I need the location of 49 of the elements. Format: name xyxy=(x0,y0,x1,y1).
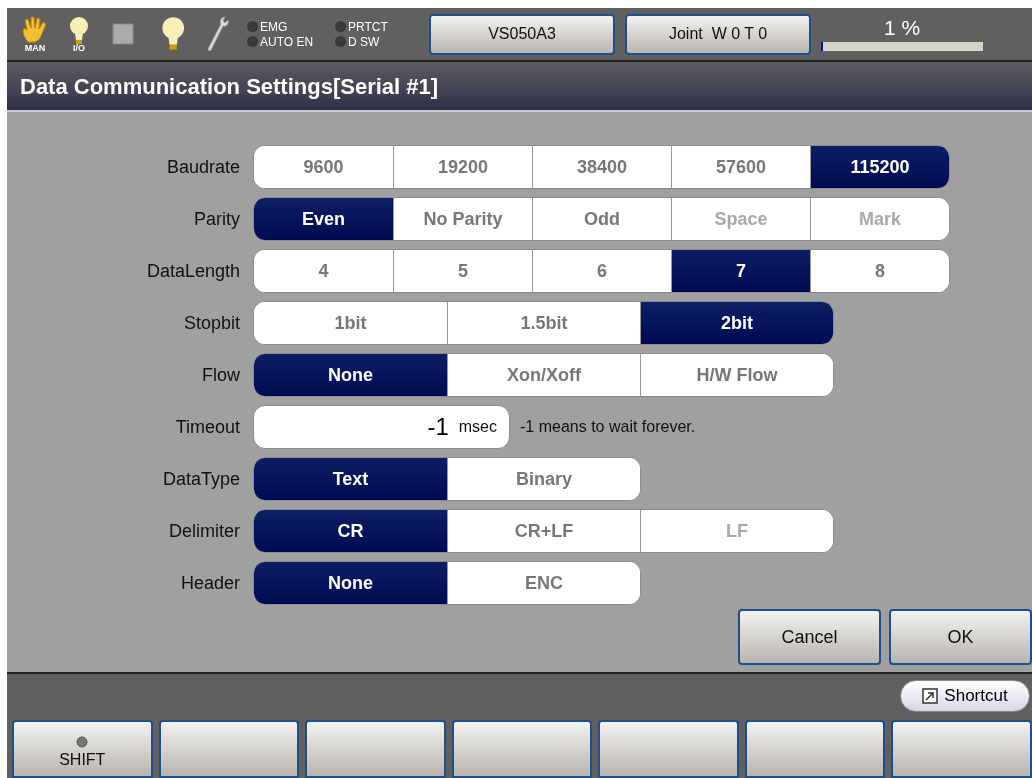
setting-label: Timeout xyxy=(174,415,241,439)
coordinate-mode-button[interactable]: Joint W 0 T 0 xyxy=(625,13,811,55)
lightbulb-icon[interactable] xyxy=(160,16,186,52)
function-key[interactable] xyxy=(744,720,886,778)
option-button[interactable]: None xyxy=(254,354,447,396)
timeout-field[interactable]: -1 msec xyxy=(253,405,510,449)
robot-model-button[interactable]: VS050A3 xyxy=(429,13,615,55)
setting-label: Parity xyxy=(193,207,241,231)
function-key[interactable] xyxy=(451,720,593,778)
io-label: I/O xyxy=(73,43,85,53)
shift-key[interactable]: SHIFT xyxy=(12,720,153,778)
setting-label: Baudrate xyxy=(165,155,241,179)
hint-text: -1 means to wait forever. xyxy=(520,417,696,437)
speed-reading: 1 % xyxy=(883,17,921,38)
cancel-button[interactable]: Cancel xyxy=(738,609,881,665)
shortcut-button[interactable]: Shortcut xyxy=(900,680,1030,712)
wrench-icon[interactable] xyxy=(205,15,229,53)
option-button[interactable]: Binary xyxy=(447,458,640,500)
option-button[interactable]: 2bit xyxy=(640,302,833,344)
function-key[interactable] xyxy=(305,720,446,778)
setting-label: DataLength xyxy=(145,259,241,283)
screen-title: Data Communication Settings[Serial #1] xyxy=(7,62,1032,112)
option-button[interactable]: 7 xyxy=(671,250,810,292)
function-key[interactable] xyxy=(598,720,739,778)
ok-button[interactable]: OK xyxy=(889,609,1032,665)
indicator-label: D SW xyxy=(348,35,380,48)
option-button[interactable]: Even xyxy=(254,198,393,240)
function-key[interactable] xyxy=(891,720,1032,778)
setting-label: DataType xyxy=(161,467,241,491)
indicator-label: AUTO EN xyxy=(260,35,314,48)
function-key[interactable] xyxy=(158,720,300,778)
lightbulb-icon[interactable] xyxy=(68,15,90,44)
option-button[interactable]: H/W Flow xyxy=(640,354,833,396)
option-button[interactable]: 115200 xyxy=(810,146,949,188)
option-button[interactable]: Text xyxy=(254,458,447,500)
unit-label: msec xyxy=(458,417,497,437)
option-button[interactable]: CR xyxy=(254,510,447,552)
setting-label: Delimiter xyxy=(168,519,241,543)
arrow-box-icon xyxy=(922,688,939,704)
option-button[interactable]: 8 xyxy=(810,250,949,292)
mode-label: MAN xyxy=(24,43,46,53)
option-button[interactable]: None xyxy=(254,562,447,604)
setting-label: Flow xyxy=(201,363,241,387)
indicator-label: EMG xyxy=(260,20,288,33)
led-icon xyxy=(76,736,89,748)
indicator-label: PRTCT xyxy=(348,20,388,33)
setting-label: Header xyxy=(179,571,241,595)
setting-label: Stopbit xyxy=(182,311,241,335)
option-button[interactable]: ENC xyxy=(447,562,640,604)
